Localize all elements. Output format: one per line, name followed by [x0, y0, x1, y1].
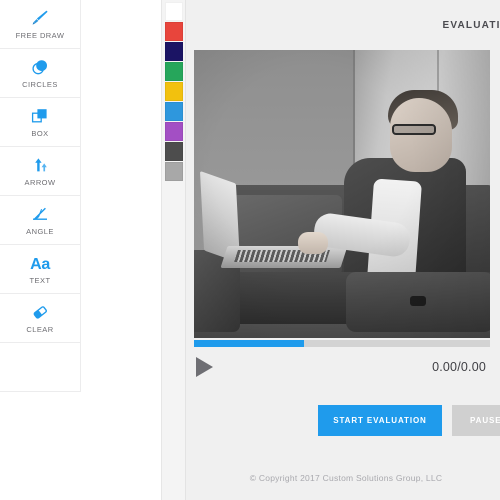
action-buttons-row: START EVALUATION PAUSE: [186, 405, 500, 436]
footer: © Copyright 2017 Custom Solutions Group,…: [186, 456, 500, 500]
color-swatch-green[interactable]: [165, 62, 183, 81]
color-swatch-yellow[interactable]: [165, 82, 183, 101]
pause-button[interactable]: PAUSE: [452, 405, 500, 436]
color-swatch-purple[interactable]: [165, 122, 183, 141]
tool-label: ARROW: [24, 177, 56, 187]
arrow-icon: [30, 155, 50, 175]
box-icon: [30, 106, 50, 126]
tool-angle[interactable]: ANGLE: [0, 196, 81, 245]
tool-label: ANGLE: [26, 226, 54, 236]
tool-label: BOX: [31, 128, 49, 138]
color-swatch-red[interactable]: [165, 22, 183, 41]
color-swatch-white[interactable]: [165, 2, 183, 21]
video-canvas[interactable]: [194, 50, 490, 338]
tool-label: CIRCLES: [22, 79, 58, 89]
page-title: EVALUATION: [442, 19, 500, 31]
video-frame-image: [194, 50, 490, 338]
brush-icon: [30, 8, 50, 28]
tool-box[interactable]: BOX: [0, 98, 81, 147]
video-progress-bar[interactable]: [194, 340, 490, 347]
text-aa-glyph: Aa: [30, 255, 50, 273]
evaluation-app: FREE DRAW CIRCLES BOX ARROW ANGLE Aa TEX…: [0, 0, 500, 500]
tool-label: CLEAR: [26, 324, 54, 334]
color-swatch-light-gray[interactable]: [165, 162, 183, 181]
tool-slot-empty: [0, 343, 81, 392]
player-stage: 0.00/0.00: [186, 50, 500, 381]
tool-label: FREE DRAW: [15, 30, 65, 40]
color-swatch-dark-gray[interactable]: [165, 142, 183, 161]
text-aa-icon: Aa: [30, 253, 50, 273]
video-progress-fill: [194, 340, 304, 347]
angle-icon: [30, 204, 50, 224]
tool-label: TEXT: [29, 275, 51, 285]
main-content: EVALUATION: [186, 0, 500, 500]
tool-panel: FREE DRAW CIRCLES BOX ARROW ANGLE Aa TEX…: [0, 0, 162, 500]
tool-clear[interactable]: CLEAR: [0, 294, 81, 343]
tool-arrow[interactable]: ARROW: [0, 147, 81, 196]
color-swatch-blue[interactable]: [165, 102, 183, 121]
main-header: EVALUATION: [186, 0, 500, 50]
eraser-icon: [30, 302, 50, 322]
tool-circles[interactable]: CIRCLES: [0, 49, 81, 98]
start-evaluation-button[interactable]: START EVALUATION: [318, 405, 442, 436]
play-icon[interactable]: [196, 357, 213, 377]
time-display: 0.00/0.00: [432, 360, 486, 374]
color-palette: [162, 0, 186, 500]
color-swatch-navy[interactable]: [165, 42, 183, 61]
tool-text[interactable]: Aa TEXT: [0, 245, 81, 294]
circles-icon: [30, 57, 50, 77]
player-controls: 0.00/0.00: [194, 353, 490, 381]
copyright-text: © Copyright 2017 Custom Solutions Group,…: [249, 473, 443, 483]
tool-free-draw[interactable]: FREE DRAW: [0, 0, 81, 49]
